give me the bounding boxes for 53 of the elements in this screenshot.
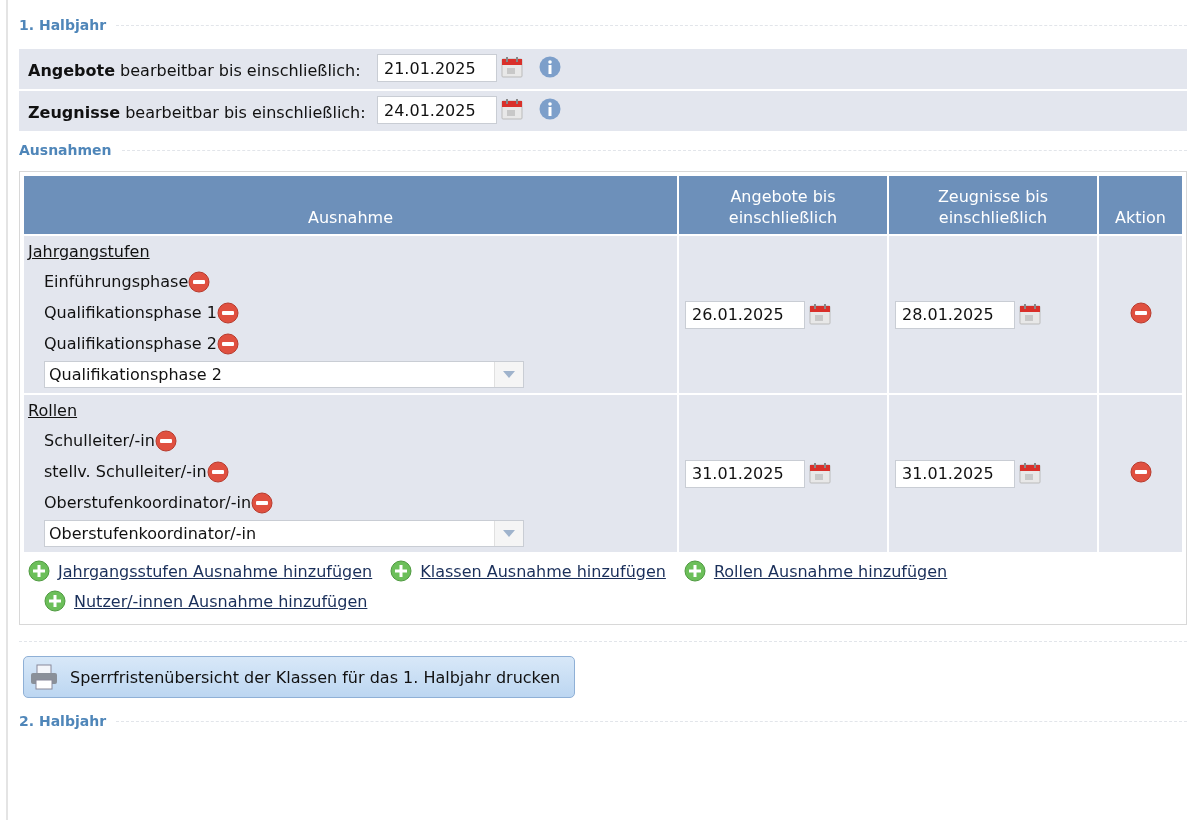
add-icon[interactable] bbox=[44, 590, 66, 612]
add-icon[interactable] bbox=[390, 560, 413, 582]
add-exception-link[interactable]: Jahrgangsstufen Ausnahme hinzufügen bbox=[58, 561, 373, 581]
setting-label: Zeugnisse bearbeitbar bis einschließlich: bbox=[28, 102, 367, 124]
remove-icon[interactable] bbox=[154, 429, 177, 452]
remove-icon[interactable] bbox=[251, 491, 274, 514]
exception-item: Oberstufenkoordinator/-in bbox=[44, 493, 252, 512]
group-title: Rollen bbox=[28, 401, 78, 420]
calendar-icon[interactable] bbox=[501, 55, 523, 79]
exception-item: Qualifikationsphase 2 bbox=[44, 334, 217, 353]
add-exception-link[interactable]: Nutzer/-innen Ausnahme hinzufügen bbox=[74, 591, 368, 611]
dropdown-arrow-icon bbox=[503, 371, 515, 378]
info-icon[interactable] bbox=[539, 56, 561, 78]
add-icon[interactable] bbox=[683, 560, 706, 582]
remove-icon[interactable] bbox=[206, 460, 229, 483]
add-exception-link[interactable]: Rollen Ausnahme hinzufügen bbox=[713, 561, 948, 581]
remove-icon[interactable] bbox=[1129, 460, 1152, 483]
remove-icon[interactable] bbox=[1129, 301, 1152, 324]
dropdown[interactable]: Oberstufenkoordinator/-in bbox=[44, 520, 524, 547]
calendar-icon[interactable] bbox=[809, 460, 831, 485]
info-icon[interactable] bbox=[539, 98, 561, 120]
column-header: Angebote bis einschließlich bbox=[679, 176, 887, 234]
add-icon[interactable] bbox=[28, 560, 50, 582]
remove-icon[interactable] bbox=[216, 301, 239, 324]
section-heading: Ausnahmen bbox=[19, 142, 112, 158]
column-header: Aktion bbox=[1099, 176, 1182, 234]
remove-icon[interactable] bbox=[216, 332, 239, 355]
printer-icon bbox=[30, 664, 58, 690]
date-field[interactable]: 28.01.2025 bbox=[895, 300, 1015, 329]
exception-item: stellv. Schulleiter/-in bbox=[44, 462, 207, 481]
column-header: Zeugnisse bis einschließlich bbox=[889, 176, 1097, 234]
calendar-icon[interactable] bbox=[1019, 460, 1041, 485]
date-field[interactable]: 21.01.2025 bbox=[377, 54, 497, 82]
date-field[interactable]: 31.01.2025 bbox=[895, 459, 1015, 488]
date-field[interactable]: 26.01.2025 bbox=[685, 300, 805, 329]
exception-item: Einführungsphase bbox=[44, 272, 189, 291]
column-header: Ausnahme bbox=[24, 176, 677, 234]
remove-icon[interactable] bbox=[188, 270, 211, 293]
section-heading: 1. Halbjahr bbox=[19, 17, 107, 33]
calendar-icon[interactable] bbox=[1019, 301, 1041, 326]
exception-item: Qualifikationsphase 1 bbox=[44, 303, 217, 322]
dropdown-arrow-icon bbox=[503, 530, 515, 537]
print-button[interactable]: Sperrfristenübersicht der Klassen für das 1. Halbjahr drucken bbox=[23, 656, 576, 698]
add-exception-link[interactable]: Klassen Ausnahme hinzufügen bbox=[420, 561, 666, 581]
calendar-icon[interactable] bbox=[809, 301, 831, 326]
group-title: Jahrgangstufen bbox=[28, 242, 150, 261]
section-heading: 2. Halbjahr bbox=[19, 713, 107, 729]
date-field[interactable]: 24.01.2025 bbox=[377, 96, 497, 124]
calendar-icon[interactable] bbox=[501, 97, 523, 121]
exception-item: Schulleiter/-in bbox=[44, 431, 155, 450]
setting-label: Angebote bearbeitbar bis einschließlich: bbox=[28, 60, 362, 82]
dropdown[interactable]: Qualifikationsphase 2 bbox=[44, 361, 524, 388]
date-field[interactable]: 31.01.2025 bbox=[685, 459, 805, 488]
